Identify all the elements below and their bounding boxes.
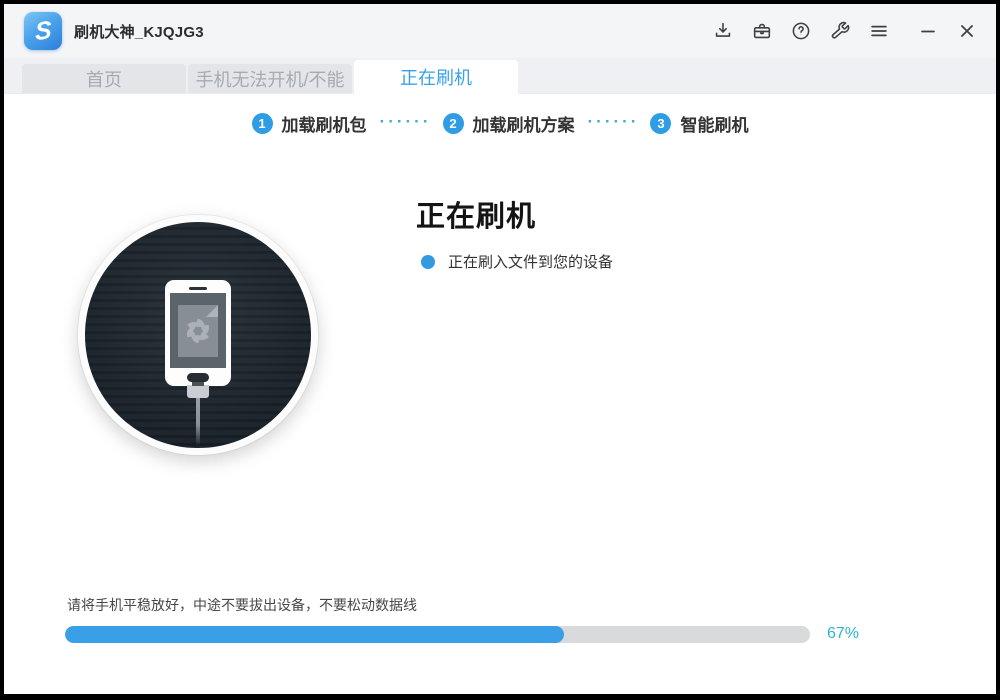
- page-title: 正在刷机: [416, 193, 613, 235]
- swirl-logo-icon: [181, 314, 215, 348]
- menu-icon[interactable]: [866, 18, 892, 44]
- step-2: 2 加载刷机方案: [443, 111, 575, 136]
- step-3-label: 智能刷机: [680, 111, 748, 136]
- step-2-number: 2: [443, 113, 464, 134]
- step-separator-dots: ······: [380, 112, 432, 132]
- step-1-number: 1: [252, 113, 273, 134]
- tab-phone-cannot-boot[interactable]: 手机无法开机/不能: [188, 64, 352, 93]
- status-text: 正在刷入文件到您的设备: [448, 251, 613, 272]
- minimize-icon[interactable]: [915, 18, 941, 44]
- step-separator-dots: ······: [588, 112, 640, 132]
- app-logo: S: [24, 12, 62, 50]
- phone-home-button: [187, 373, 209, 382]
- status-panel: 正在刷机 正在刷入文件到您的设备: [416, 193, 613, 272]
- rom-file-icon: [178, 305, 218, 357]
- step-3-number: 3: [650, 113, 671, 134]
- step-2-label: 加载刷机方案: [473, 111, 575, 136]
- titlebar-icon-group: [710, 18, 980, 44]
- window-titlebar: S 刷机大神_KJQJG3: [4, 4, 996, 58]
- device-circle-graphic: [78, 215, 318, 455]
- step-3: 3 智能刷机: [650, 111, 748, 136]
- progress-bar: [65, 626, 810, 643]
- step-indicator: 1 加载刷机包 ······ 2 加载刷机方案 ······ 3 智能刷机: [4, 111, 996, 136]
- warning-text: 请将手机平稳放好，中途不要拔出设备，不要松动数据线: [67, 595, 956, 615]
- toolbox-icon[interactable]: [749, 18, 775, 44]
- phone-speaker: [189, 287, 207, 290]
- main-content: 1 加载刷机包 ······ 2 加载刷机方案 ······ 3 智能刷机: [4, 94, 996, 694]
- progress-section: 请将手机平稳放好，中途不要拔出设备，不要松动数据线 67%: [65, 595, 956, 643]
- help-icon[interactable]: [788, 18, 814, 44]
- step-1-label: 加载刷机包: [282, 111, 367, 136]
- wrench-icon[interactable]: [827, 18, 853, 44]
- tab-bar: 首页 手机无法开机/不能 正在刷机: [4, 58, 996, 94]
- window-title: 刷机大神_KJQJG3: [74, 21, 204, 42]
- progress-percent-label: 67%: [827, 625, 859, 643]
- progress-row: 67%: [65, 625, 956, 643]
- usb-cable-wire: [196, 398, 200, 446]
- tab-home[interactable]: 首页: [22, 64, 186, 93]
- phone-graphic: [165, 280, 231, 386]
- status-row: 正在刷入文件到您的设备: [421, 251, 613, 272]
- app-logo-letter: S: [34, 17, 51, 44]
- progress-fill: [65, 626, 564, 643]
- device-illustration: [78, 215, 318, 455]
- screen-frame: S 刷机大神_KJQJG3: [0, 0, 1000, 700]
- tab-flashing[interactable]: 正在刷机: [354, 60, 518, 94]
- close-icon[interactable]: [954, 18, 980, 44]
- download-icon[interactable]: [710, 18, 736, 44]
- status-dot-icon: [421, 255, 435, 269]
- phone-screen: [170, 293, 226, 368]
- step-1: 1 加载刷机包: [252, 111, 367, 136]
- usb-cable-plug: [187, 385, 209, 398]
- app-window: S 刷机大神_KJQJG3: [4, 4, 996, 694]
